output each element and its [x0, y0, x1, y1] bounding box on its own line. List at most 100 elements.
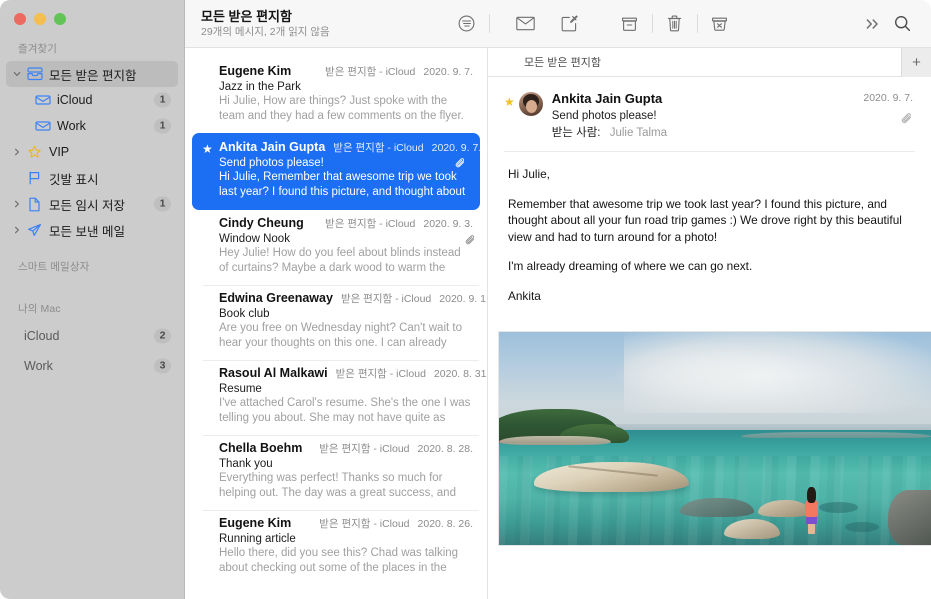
message-list-item[interactable]: Eugene Kim 받은 편지함 - iCloud 2020. 9. 7. J…: [185, 58, 487, 133]
smart-mailboxes-section-title: 스마트 메일상자: [0, 243, 184, 279]
message-subject: Send photos please!: [219, 157, 466, 169]
detail-scroll-area[interactable]: ★ Ankita Jain Gupta Send photos please! …: [488, 77, 931, 599]
recipient-row: 받는 사람: Julie Talma: [552, 125, 854, 141]
message-date: 2020. 9. 1.: [439, 293, 488, 305]
sender-name: Eugene Kim: [219, 64, 291, 78]
flag-star-icon[interactable]: ★: [504, 95, 515, 141]
message-preview: Everything was perfect! Thanks so much f…: [219, 471, 473, 501]
sidebar-item-drafts[interactable]: 모든 임시 저장 1: [6, 191, 178, 217]
beach-photo-attachment[interactable]: [498, 331, 931, 546]
chevron-right-icon[interactable]: [10, 226, 24, 234]
toolbar: 모든 받은 편지함 29개의 메시지, 2개 읽지 않음: [185, 0, 931, 48]
body-paragraph: Remember that awesome trip we took last …: [508, 196, 911, 246]
sidebar-item-label: 깃발 표시: [49, 169, 98, 188]
sidebar-item-icloud[interactable]: iCloud 1: [6, 87, 178, 113]
detail-tab-bar: 모든 받은 편지함 +: [488, 48, 931, 77]
message-header: ★ Ankita Jain Gupta Send photos please! …: [488, 77, 931, 151]
message-list-item[interactable]: Rasoul Al Malkawi 받은 편지함 - iCloud 2020. …: [185, 360, 487, 435]
mail-window: 즐겨찾기 모든 받은 편지함 iCloud 1: [0, 0, 931, 599]
minimize-button[interactable]: [34, 13, 46, 25]
sidebar-item-label: VIP: [49, 145, 69, 159]
chevron-right-icon[interactable]: [10, 148, 24, 156]
message-subject: Book club: [219, 308, 473, 320]
sidebar-item-flagged[interactable]: 깃발 표시: [6, 165, 178, 191]
message-subject: Window Nook: [219, 233, 473, 245]
accounts-section-title: 나의 Mac: [0, 279, 184, 321]
sent-icon: [24, 223, 45, 238]
recipient-label: 받는 사람:: [552, 127, 601, 139]
junk-icon[interactable]: [705, 9, 735, 39]
toolbar-title-block: 모든 받은 편지함 29개의 메시지, 2개 읽지 않음: [201, 9, 330, 39]
message-list[interactable]: Eugene Kim 받은 편지함 - iCloud 2020. 9. 7. J…: [185, 48, 488, 599]
message-preview: Hello there, did you see this? Chad was …: [219, 546, 473, 576]
sender-name: Eugene Kim: [219, 516, 291, 530]
message-list-item[interactable]: Edwina Greenaway 받은 편지함 - iCloud 2020. 9…: [185, 285, 487, 360]
attachment-area: [488, 317, 931, 546]
archive-icon[interactable]: [615, 9, 645, 39]
all-inboxes-icon: [24, 67, 45, 81]
message-preview: Hey Julie! How do you feel about blinds …: [219, 246, 473, 276]
compose-icon[interactable]: [555, 9, 585, 39]
message-subject: Running article: [219, 533, 473, 545]
message-count-status: 29개의 메시지, 2개 읽지 않음: [201, 25, 330, 39]
close-button[interactable]: [14, 13, 26, 25]
unread-badge: 2: [154, 329, 171, 344]
unread-badge: 3: [154, 359, 171, 374]
message-date: 2020. 8. 26.: [418, 518, 473, 530]
sidebar-account-work[interactable]: Work 3: [6, 351, 178, 381]
filter-icon[interactable]: [452, 9, 482, 39]
body-paragraph: Ankita: [508, 288, 911, 305]
person-figure: [804, 487, 820, 534]
sidebar-account-label: iCloud: [24, 329, 59, 343]
sender-name: Ankita Jain Gupta: [219, 140, 325, 154]
sidebar-account-label: Work: [24, 359, 53, 373]
trash-icon[interactable]: [660, 9, 690, 39]
sidebar: 즐겨찾기 모든 받은 편지함 iCloud 1: [0, 0, 185, 599]
sidebar-item-all-inboxes[interactable]: 모든 받은 편지함: [6, 61, 178, 87]
sidebar-account-icloud[interactable]: iCloud 2: [6, 321, 178, 351]
mailbox-label: 받은 편지함 - iCloud: [317, 64, 415, 79]
mailbox-label: 받은 편지함 - iCloud: [317, 216, 415, 231]
traffic-lights: [0, 0, 184, 25]
favorites-section-title: 즐겨찾기: [0, 25, 184, 61]
sender-name: Cindy Cheung: [219, 216, 304, 230]
attachment-clip-icon: [455, 157, 466, 175]
mark-unread-icon[interactable]: [511, 9, 541, 39]
message-subject: Thank you: [219, 458, 473, 470]
add-tab-button[interactable]: +: [901, 48, 931, 77]
message-list-item[interactable]: Cindy Cheung 받은 편지함 - iCloud 2020. 9. 3.…: [185, 210, 487, 285]
zoom-button[interactable]: [54, 13, 66, 25]
message-date: 2020. 8. 28.: [418, 443, 473, 455]
message-list-item[interactable]: Eugene Kim 받은 편지함 - iCloud 2020. 8. 26. …: [185, 510, 487, 585]
sidebar-item-work[interactable]: Work 1: [6, 113, 178, 139]
chevron-right-icon[interactable]: [10, 200, 24, 208]
more-icon[interactable]: [857, 9, 887, 39]
message-preview: Hi Julie, How are things? Just spoke wit…: [219, 94, 473, 124]
message-preview: Are you free on Wednesday night? Can't w…: [219, 321, 473, 351]
mailbox-icon: [32, 94, 53, 106]
mailbox-icon: [32, 120, 53, 132]
message-date: 2020. 9. 3.: [423, 218, 473, 230]
chevron-down-icon[interactable]: [10, 70, 24, 78]
message-subject: Send photos please!: [552, 108, 854, 124]
sidebar-item-vip[interactable]: VIP: [6, 139, 178, 165]
flag-star-icon[interactable]: ★: [202, 142, 213, 156]
message-list-item-selected[interactable]: ★ Ankita Jain Gupta 받은 편지함 - iCloud 2020…: [192, 133, 480, 210]
recipient-value[interactable]: Julie Talma: [610, 127, 667, 139]
page-title: 모든 받은 편지함: [201, 9, 330, 24]
sidebar-item-label: Work: [57, 119, 86, 133]
mailbox-label: 받은 편지함 - iCloud: [328, 366, 426, 381]
message-subject: Jazz in the Park: [219, 81, 473, 93]
message-list-item[interactable]: Chella Boehm 받은 편지함 - iCloud 2020. 8. 28…: [185, 435, 487, 510]
unread-badge: 1: [154, 93, 171, 108]
mailbox-label: 받은 편지함 - iCloud: [311, 516, 409, 531]
unread-badge: 1: [154, 119, 171, 134]
sidebar-item-sent[interactable]: 모든 보낸 메일: [6, 217, 178, 243]
message-date: 2020. 9. 7.: [432, 142, 482, 154]
body-paragraph: I'm already dreaming of where we can go …: [508, 258, 911, 275]
tab-all-inboxes[interactable]: 모든 받은 편지함: [488, 54, 601, 70]
main-area: 모든 받은 편지함 29개의 메시지, 2개 읽지 않음: [185, 0, 931, 599]
message-detail-pane: 모든 받은 편지함 + ★ Ankita Jain Gupta Send pho…: [488, 48, 931, 599]
sidebar-item-label: 모든 임시 저장: [49, 195, 125, 214]
search-icon[interactable]: [887, 9, 917, 39]
